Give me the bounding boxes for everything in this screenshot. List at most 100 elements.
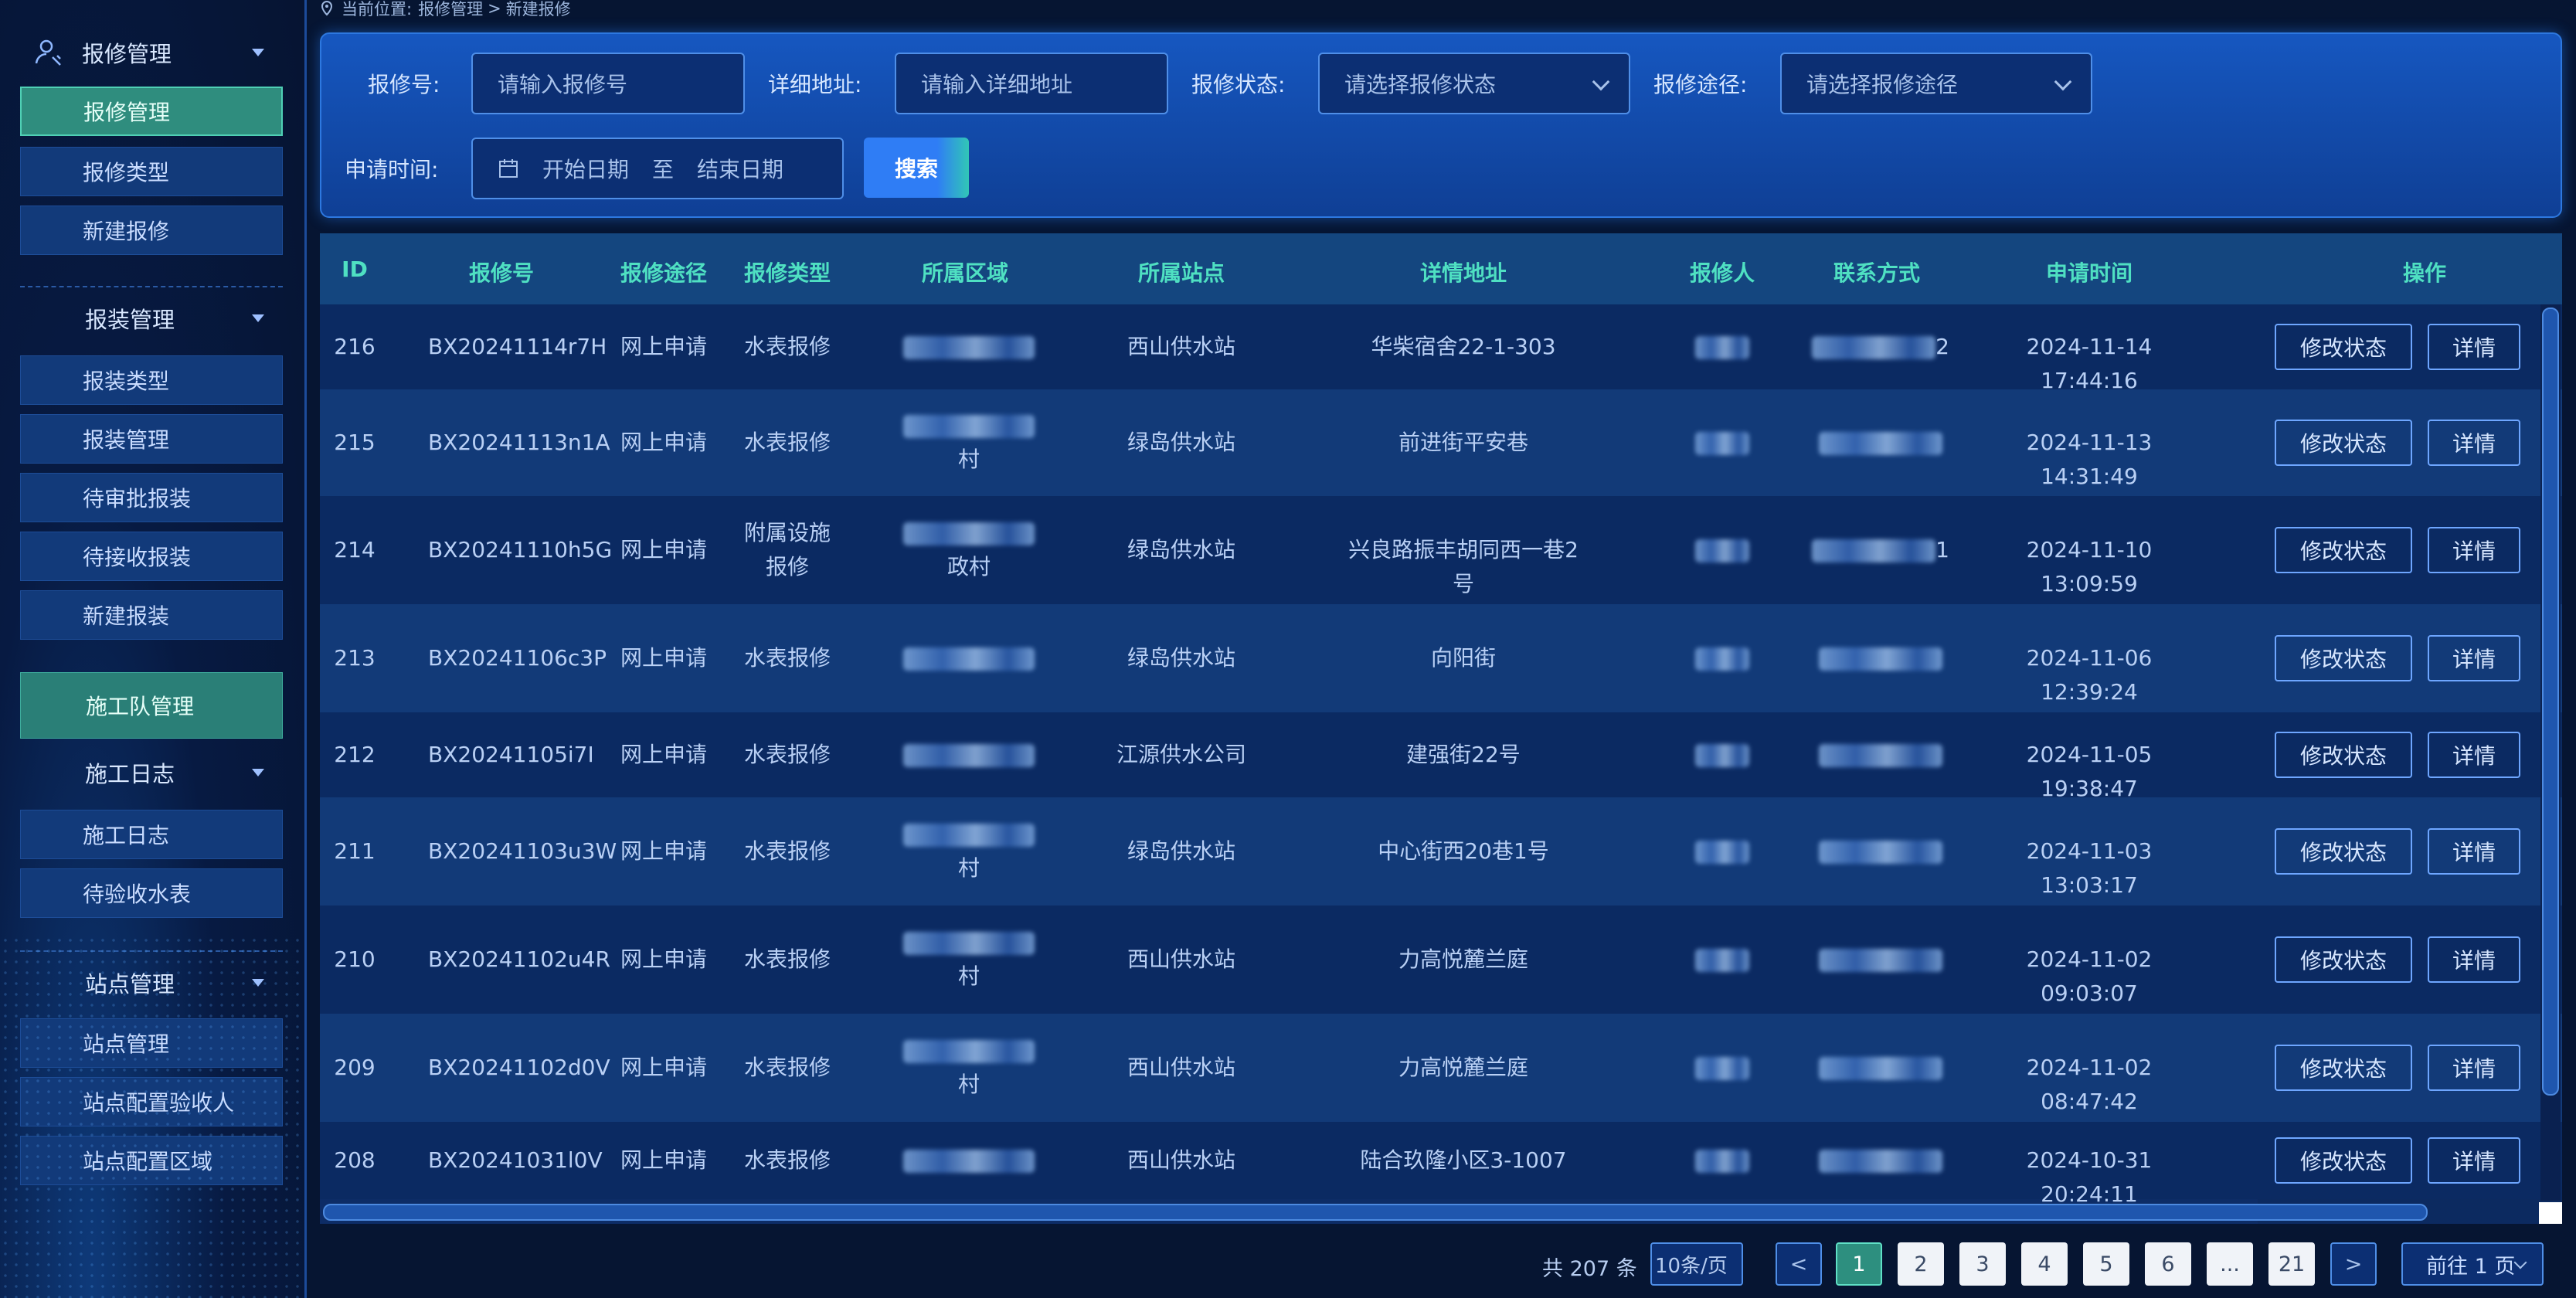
table-row: 210 BX20241102u4R 网上申请 水表报修村 西山供水站 力高悦麓兰庭 2024… — [320, 906, 2562, 1014]
page-ellipsis[interactable]: ... — [2207, 1242, 2253, 1286]
cell-area-line: 村 — [957, 1072, 980, 1097]
cell-id: 213 — [334, 645, 376, 671]
column-header-station: 所属站点 — [1137, 260, 1225, 286]
cell-type-line: 水表报修 — [743, 838, 831, 864]
goto-page-select[interactable]: 前往 1 页 — [2401, 1242, 2544, 1286]
start-date[interactable]: 开始日期 — [542, 153, 629, 184]
redacted-reporter — [1695, 744, 1749, 767]
detail-button[interactable]: 详情 — [2428, 1137, 2520, 1184]
sidebar-item-install-type[interactable]: 报装类型 — [20, 355, 283, 405]
redacted-area — [903, 415, 1035, 438]
sidebar-item-repair-management[interactable]: 报修管理 — [20, 87, 283, 136]
cell-station: 西山供水站 — [1127, 946, 1235, 972]
sidebar-item-construction-log[interactable]: 施工日志 — [20, 810, 283, 859]
cell-channel: 网上申请 — [620, 645, 707, 671]
nav-group-install[interactable]: 报装管理 — [20, 294, 283, 343]
sidebar-item-pending-approval[interactable]: 待审批报装 — [20, 473, 283, 522]
redacted-area — [903, 336, 1035, 359]
edit-status-button[interactable]: 修改状态 — [2275, 828, 2412, 875]
sidebar-item-station-area[interactable]: 站点配置区域 — [20, 1136, 283, 1185]
detail-button[interactable]: 详情 — [2428, 420, 2520, 466]
cell-station: 江源供水公司 — [1116, 742, 1246, 767]
cell-station: 绿岛供水站 — [1127, 838, 1235, 864]
cell-area — [892, 641, 1046, 675]
next-page-button[interactable]: > — [2330, 1242, 2377, 1286]
page-button-2[interactable]: 2 — [1898, 1242, 1944, 1286]
column-header-reporter: 报修人 — [1689, 260, 1755, 286]
detail-button[interactable]: 详情 — [2428, 936, 2520, 983]
prev-page-button[interactable]: < — [1776, 1242, 1822, 1286]
date-range-picker[interactable]: 开始日期 至 结束日期 — [471, 138, 844, 199]
cell-contact — [1811, 943, 1950, 977]
phone-tail: 2 — [1935, 334, 1949, 359]
edit-status-button[interactable]: 修改状态 — [2275, 1137, 2412, 1184]
page-button-6[interactable]: 6 — [2145, 1242, 2191, 1286]
detail-button[interactable]: 详情 — [2428, 1045, 2520, 1091]
sidebar-item-construction-team[interactable]: 施工队管理 — [20, 672, 283, 739]
sidebar-item-repair-type[interactable]: 报修类型 — [20, 147, 283, 196]
cell-repair-no: BX20241102d0V — [428, 1055, 610, 1080]
divider — [20, 286, 283, 287]
edit-status-button[interactable]: 修改状态 — [2275, 936, 2412, 983]
page-size-select[interactable]: 10条/页 — [1650, 1242, 1743, 1286]
edit-status-button[interactable]: 修改状态 — [2275, 732, 2412, 778]
page-button-21[interactable]: 21 — [2268, 1242, 2315, 1286]
sidebar-item-station-management[interactable]: 站点管理 — [20, 1018, 283, 1068]
cell-reporter — [1680, 738, 1765, 772]
table-row: 216 BX20241114r7H 网上申请 水表报修 西山供水站 华柴宿舍22-1-30… — [320, 304, 2562, 393]
chevron-down-icon — [252, 314, 264, 322]
sidebar-item-label: 站点配置区域 — [83, 1149, 213, 1174]
cell-area-line: 村 — [957, 447, 980, 472]
address-input[interactable]: 请输入详细地址 — [895, 53, 1168, 114]
detail-button[interactable]: 详情 — [2428, 324, 2520, 370]
cell-repair-no: BX20241031l0V — [428, 1147, 603, 1173]
sidebar-item-new-install[interactable]: 新建报装 — [20, 590, 283, 640]
channel-select[interactable]: 请选择报修途径 — [1780, 53, 2092, 114]
nav-group-construction-log[interactable]: 施工日志 — [20, 748, 283, 797]
detail-button[interactable]: 详情 — [2428, 828, 2520, 875]
placeholder: 请选择报修途径 — [1806, 72, 1959, 97]
nav-group-station[interactable]: 站点管理 — [20, 958, 283, 1007]
sidebar-item-install-management[interactable]: 报装管理 — [20, 414, 283, 464]
detail-button[interactable]: 详情 — [2428, 732, 2520, 778]
page-button-1[interactable]: 1 — [1836, 1242, 1882, 1286]
sidebar-item-new-repair[interactable]: 新建报修 — [20, 206, 283, 255]
cell-contact — [1811, 426, 1950, 460]
cell-time: 2024-11-10 13:09:59 — [2026, 537, 2153, 596]
search-button[interactable]: 搜索 — [864, 138, 969, 198]
cell-type-line: 水表报修 — [743, 946, 831, 972]
horizontal-scrollbar[interactable] — [323, 1204, 2428, 1221]
cell-type-line: 水表报修 — [743, 1055, 831, 1080]
page-button-4[interactable]: 4 — [2021, 1242, 2068, 1286]
page-button-5[interactable]: 5 — [2083, 1242, 2129, 1286]
edit-status-button[interactable]: 修改状态 — [2275, 324, 2412, 370]
repair-no-input[interactable]: 请输入报修号 — [471, 53, 745, 114]
nav-group-label: 站点管理 — [85, 971, 175, 997]
page-button-3[interactable]: 3 — [1959, 1242, 2006, 1286]
nav-group-repair[interactable]: 报修管理 — [20, 28, 283, 77]
edit-status-button[interactable]: 修改状态 — [2275, 420, 2412, 466]
sidebar-item-station-acceptor[interactable]: 站点配置验收人 — [20, 1077, 283, 1126]
sidebar-item-pending-meter-check[interactable]: 待验收水表 — [20, 868, 283, 918]
end-date[interactable]: 结束日期 — [697, 153, 783, 184]
sidebar-item-pending-receive[interactable]: 待接收报装 — [20, 532, 283, 581]
column-header-repair-no: 报修号 — [468, 260, 534, 286]
cell-channel: 网上申请 — [620, 742, 707, 767]
cell-area: 村 — [892, 926, 1046, 994]
breadcrumb-item[interactable]: 报修管理 — [418, 0, 483, 20]
cell-address: 华柴宿舍22-1-303 — [1371, 334, 1556, 359]
edit-status-button[interactable]: 修改状态 — [2275, 1045, 2412, 1091]
status-select[interactable]: 请选择报修状态 — [1318, 53, 1630, 114]
sidebar-item-label: 新建报装 — [83, 603, 170, 629]
detail-button[interactable]: 详情 — [2428, 635, 2520, 681]
cell-time: 2024-11-05 19:38:47 — [2026, 742, 2153, 801]
detail-button[interactable]: 详情 — [2428, 527, 2520, 573]
vertical-scrollbar[interactable] — [2542, 308, 2559, 1096]
cell-reporter — [1680, 834, 1765, 868]
edit-status-button[interactable]: 修改状态 — [2275, 635, 2412, 681]
cell-contact — [1811, 1143, 1950, 1177]
chevron-down-icon — [2054, 73, 2072, 91]
column-header-operation: 操作 — [2402, 260, 2446, 286]
edit-status-button[interactable]: 修改状态 — [2275, 527, 2412, 573]
cell-station: 绿岛供水站 — [1127, 645, 1235, 671]
